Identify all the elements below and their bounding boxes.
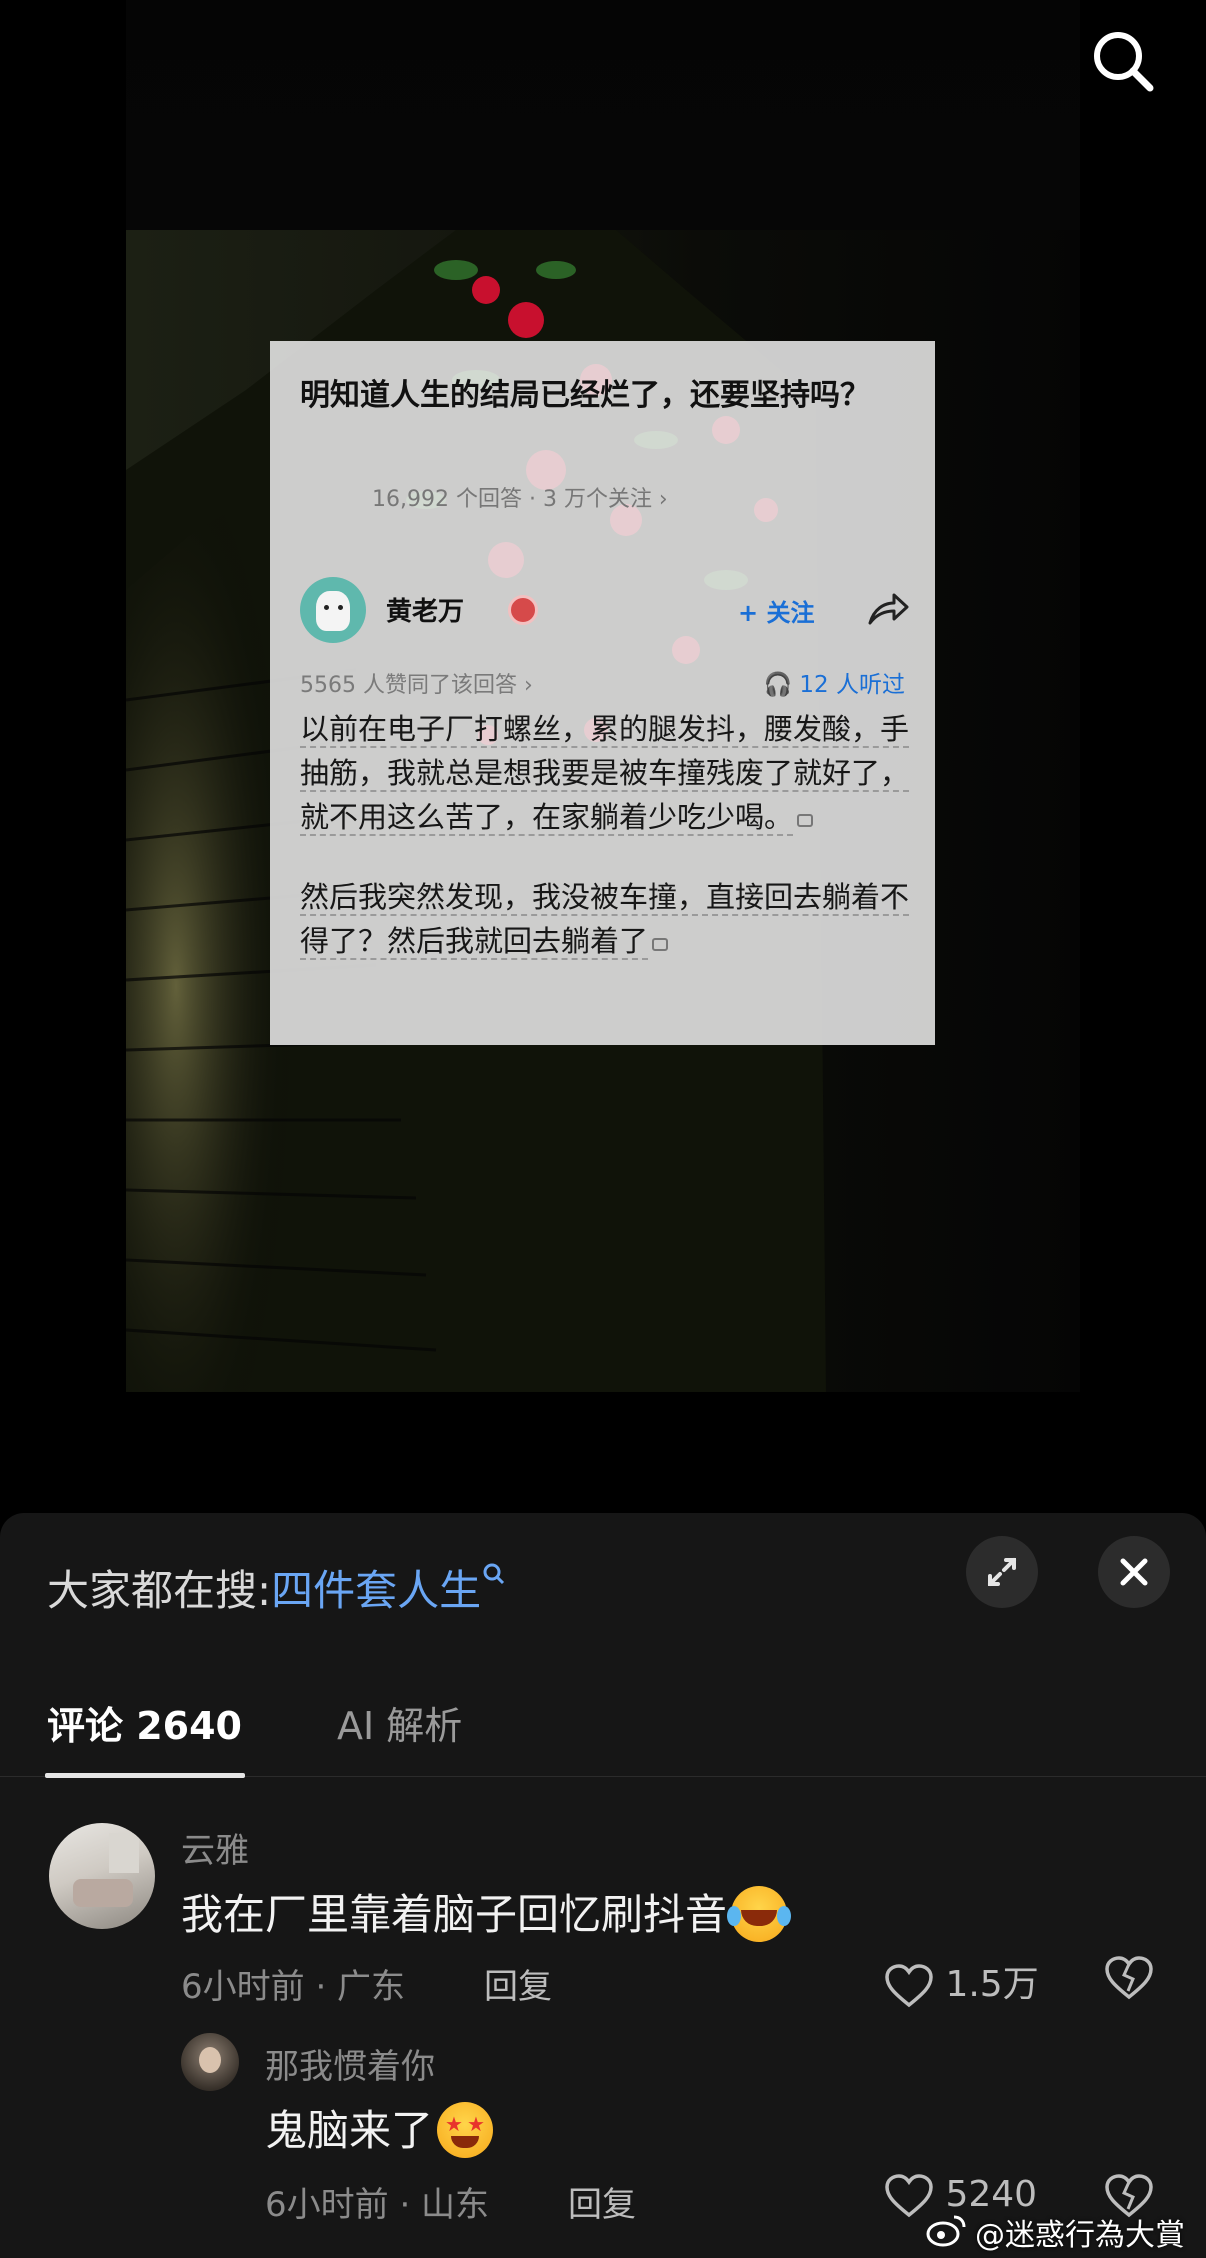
- like-count: 1.5万: [945, 1964, 1039, 2005]
- answer-body: 以前在电子厂打螺丝，累的腿发抖，腰发酸，手抽筋，我就总是想我要是被车撞残废了就好…: [300, 707, 912, 999]
- avatar[interactable]: [181, 2033, 239, 2091]
- tab-active-indicator: [45, 1773, 245, 1778]
- star-struck-emoji-icon: ★ ★: [437, 2101, 494, 2158]
- trending-search-label: 大家都在搜:: [47, 1566, 272, 1615]
- follow-button: + 关注: [738, 599, 815, 627]
- comment-username[interactable]: 云雅: [181, 1823, 249, 1872]
- like-count: 5240: [945, 2174, 1038, 2215]
- comment-sheet: 大家都在搜:四件套人生 评论 2640 AI 解析 云雅 我在厂里靠着脑子回忆刷…: [0, 1513, 1206, 2258]
- search-icon[interactable]: [1088, 26, 1158, 96]
- comment-time-location: 6小时前 · 广东: [181, 1967, 406, 2007]
- headphones-icon: 🎧: [763, 672, 793, 698]
- tab-ai-analysis[interactable]: AI 解析: [337, 1695, 462, 1750]
- share-icon: [868, 593, 909, 625]
- listen-count-text: 12 人听过: [799, 672, 905, 698]
- close-icon: [1120, 1558, 1148, 1586]
- comment-mini-icon: [797, 814, 814, 827]
- close-button[interactable]: [1098, 1536, 1170, 1608]
- reply-button[interactable]: 回复: [568, 2177, 636, 2226]
- weibo-logo-icon: [926, 2215, 966, 2247]
- comment-text: 鬼脑来了 ★ ★: [265, 2097, 494, 2162]
- comment-text-content: 鬼脑来了: [265, 2106, 434, 2155]
- answer-paragraph: 以前在电子厂打螺丝，累的腿发抖，腰发酸，手抽筋，我就总是想我要是被车撞残废了就好…: [300, 712, 910, 836]
- agree-count: 5565 人赞同了该回答 ›: [300, 673, 533, 698]
- author-avatar: [300, 577, 366, 643]
- broken-heart-icon: [1105, 1956, 1153, 2000]
- comment-text: 我在厂里靠着脑子回忆刷抖音: [181, 1881, 792, 1946]
- search-small-icon: [483, 1563, 505, 1585]
- video-player[interactable]: 明知道人生的结局已经烂了，还要坚持吗？ 16,992 个回答 · 3 万个关注 …: [0, 0, 1206, 1515]
- comment-tabs: 评论 2640 AI 解析: [0, 1673, 1206, 1778]
- trending-search-term[interactable]: 四件套人生: [271, 1566, 481, 1615]
- avatar[interactable]: [49, 1823, 155, 1929]
- tab-comments[interactable]: 评论 2640: [47, 1695, 242, 1750]
- question-title: 明知道人生的结局已经烂了，还要坚持吗？: [300, 378, 870, 413]
- expand-icon: [988, 1558, 1016, 1586]
- listen-count: 🎧 12 人听过: [763, 665, 905, 699]
- heart-icon: [885, 1964, 933, 2008]
- question-meta: 16,992 个回答 · 3 万个关注 ›: [372, 487, 668, 512]
- comment-time-location: 6小时前 · 山东: [265, 2185, 490, 2225]
- comment-username[interactable]: 那我惯着你: [265, 2039, 435, 2088]
- expand-button[interactable]: [966, 1536, 1038, 1608]
- answer-card: 明知道人生的结局已经烂了，还要坚持吗？ 16,992 个回答 · 3 万个关注 …: [270, 341, 935, 1045]
- comment-text-content: 我在厂里靠着脑子回忆刷抖音: [181, 1890, 728, 1939]
- author-badge-icon: [508, 595, 538, 625]
- comment-mini-icon: [652, 938, 669, 951]
- like-button[interactable]: 1.5万: [884, 1955, 1039, 2009]
- reply-button[interactable]: 回复: [484, 1959, 552, 2008]
- trending-search[interactable]: 大家都在搜:四件套人生: [47, 1557, 507, 1618]
- laughing-crying-emoji-icon: [727, 1885, 792, 1942]
- author-name: 黄老万: [386, 597, 465, 627]
- author-row: 黄老万 + 关注: [300, 577, 910, 643]
- comment-item: 云雅 我在厂里靠着脑子回忆刷抖音 6小时前 · 广东 回复 1.5万: [0, 1809, 1206, 2008]
- dislike-button[interactable]: [1104, 1955, 1154, 2010]
- answer-paragraph: 然后我突然发现，我没被车撞，直接回去躺着不得了？然后我就回去躺着了: [300, 880, 910, 960]
- watermark: @迷惑行為大賞: [975, 2218, 1185, 2253]
